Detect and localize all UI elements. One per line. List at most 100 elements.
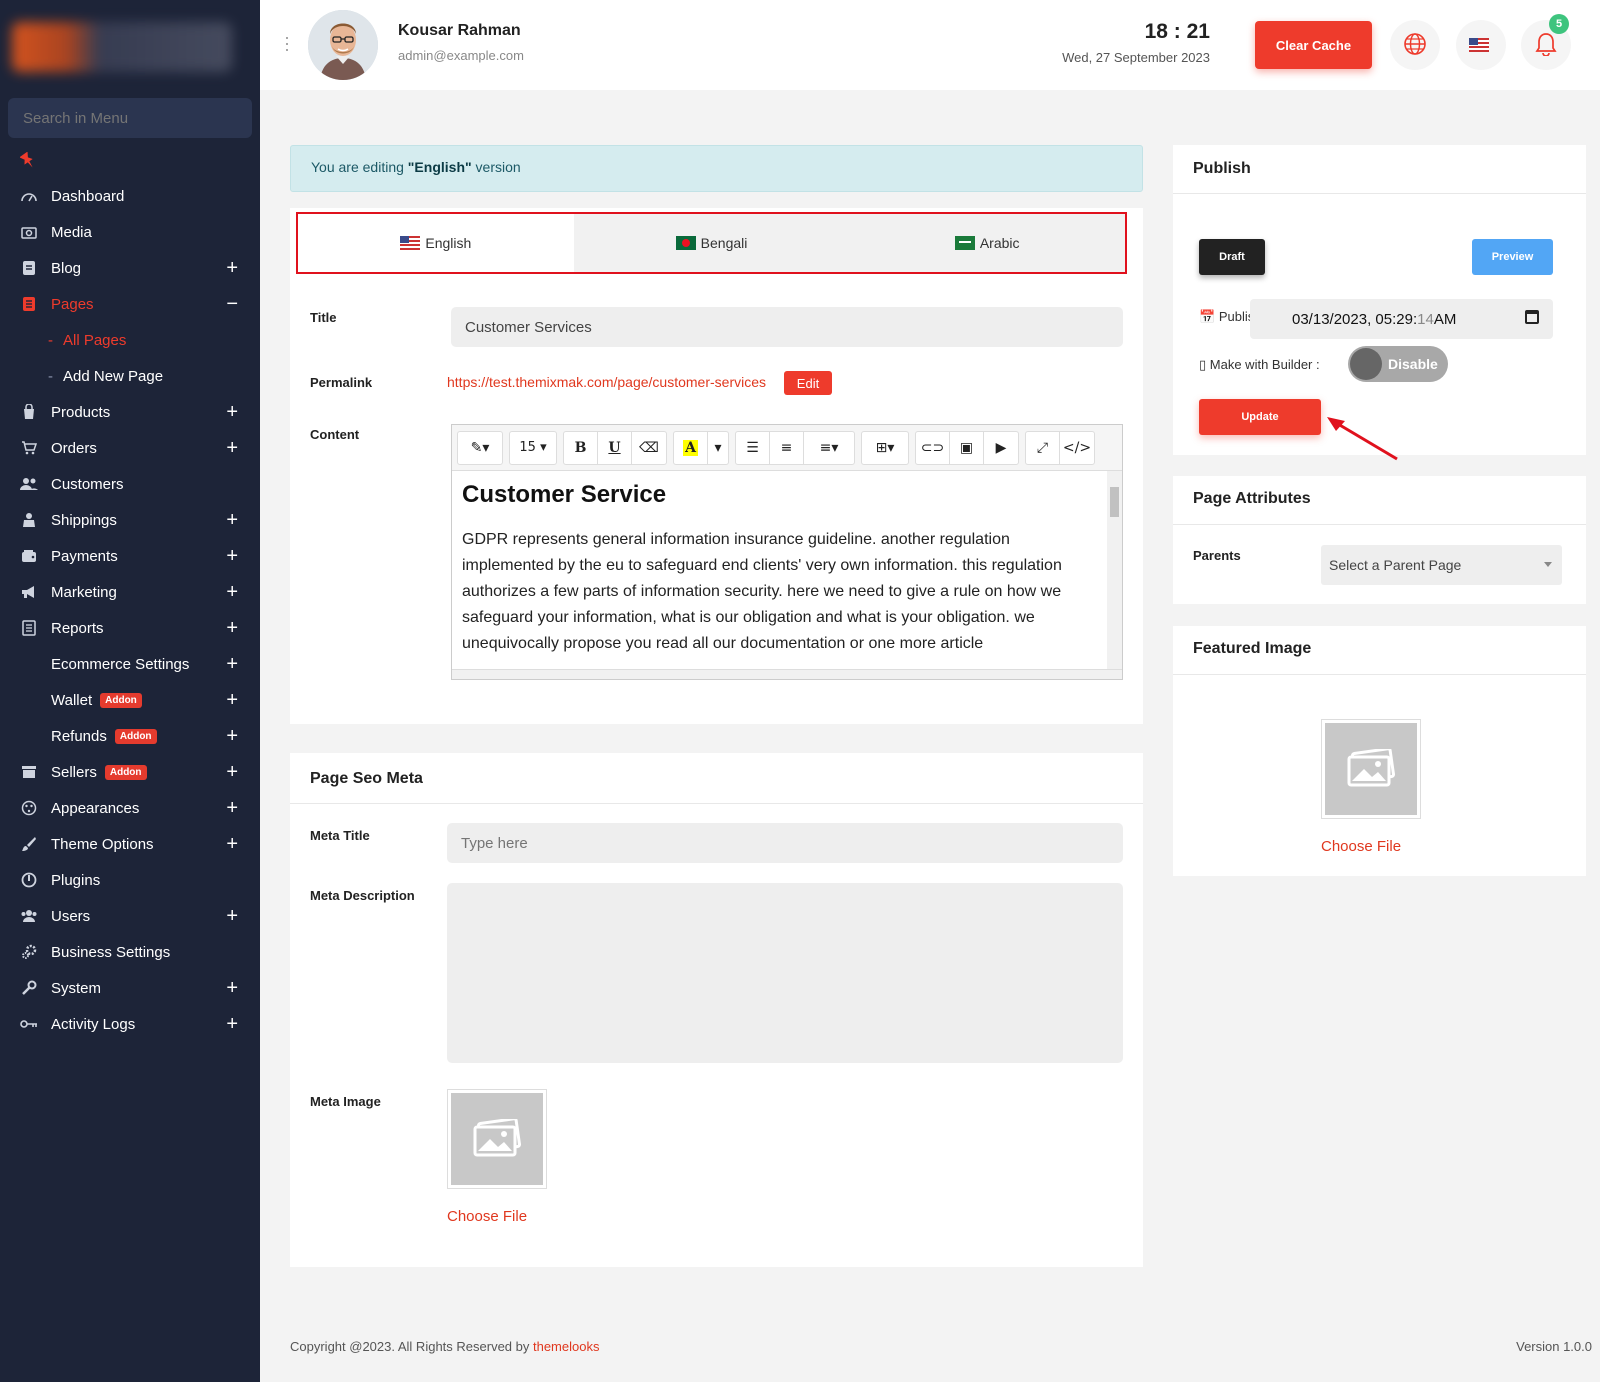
sidebar-item-wallet[interactable]: Wallet Addon + <box>0 682 260 718</box>
sidebar-item-refunds[interactable]: Refunds Addon + <box>0 718 260 754</box>
sidebar-item-theme-options[interactable]: Theme Options + <box>0 826 260 862</box>
sidebar-item-blog[interactable]: Blog + <box>0 250 260 286</box>
bullet-list-icon[interactable]: ☰ <box>736 431 770 464</box>
expand-plus-icon[interactable]: + <box>226 905 238 928</box>
featured-image-choose-file[interactable]: Choose File <box>1321 838 1401 855</box>
expand-plus-icon[interactable]: + <box>226 401 238 424</box>
scroll-thumb[interactable] <box>1110 487 1119 517</box>
underline-icon[interactable]: U <box>598 431 632 464</box>
notifications-button[interactable]: 5 <box>1521 14 1571 70</box>
seo-card-title: Page Seo Meta <box>310 770 423 787</box>
brand-logo[interactable] <box>12 22 232 72</box>
expand-plus-icon[interactable]: + <box>226 617 238 640</box>
avatar[interactable] <box>308 10 378 80</box>
editor-resize-handle[interactable] <box>452 669 1122 679</box>
meta-title-input[interactable] <box>447 823 1123 863</box>
menu-search-input[interactable] <box>8 98 252 138</box>
expand-plus-icon[interactable]: + <box>226 797 238 820</box>
magic-wand-style-icon[interactable]: ✎▾ <box>458 432 502 464</box>
expand-plus-icon[interactable]: + <box>226 509 238 532</box>
sidebar-item-users[interactable]: Users + <box>0 898 260 934</box>
system-icon <box>20 979 38 997</box>
publish-datetime-input[interactable]: 03/13/2023, 05:29: 14 AM <box>1250 299 1553 339</box>
sidebar-item-payments[interactable]: Payments + <box>0 538 260 574</box>
sidebar-item-pages[interactable]: Pages − <box>0 286 260 322</box>
editing-language-alert: You are editing "English" version <box>290 145 1143 192</box>
clear-cache-button[interactable]: Clear Cache <box>1255 21 1372 69</box>
expand-plus-icon[interactable]: + <box>226 689 238 712</box>
tab-bengali[interactable]: Bengali <box>574 214 850 272</box>
expand-plus-icon[interactable]: + <box>226 977 238 1000</box>
editor-body[interactable]: Customer Service GDPR represents general… <box>452 471 1122 671</box>
sidebar-item-orders[interactable]: Orders + <box>0 430 260 466</box>
calendar-picker-icon[interactable] <box>1525 310 1539 324</box>
expand-plus-icon[interactable]: + <box>226 653 238 676</box>
update-button[interactable]: Update <box>1199 399 1321 435</box>
bell-icon <box>1535 32 1557 59</box>
sidebar-item-customers[interactable]: Customers <box>0 466 260 502</box>
expand-plus-icon[interactable]: + <box>226 581 238 604</box>
divider <box>1173 193 1586 194</box>
sidebar-item-activity-logs[interactable]: Activity Logs + <box>0 1006 260 1042</box>
draft-button[interactable]: Draft <box>1199 239 1265 275</box>
editor-scrollbar[interactable] <box>1107 471 1122 671</box>
sidebar-subitem-all-pages[interactable]: - All Pages <box>0 322 260 358</box>
image-icon[interactable]: ▣ <box>950 431 984 464</box>
sidebar-item-dashboard[interactable]: Dashboard <box>0 178 260 214</box>
sidebar-item-plugins[interactable]: Plugins <box>0 862 260 898</box>
sidebar-item-ecommerce-settings[interactable]: Ecommerce Settings + <box>0 646 260 682</box>
copyright-text: Copyright @2023. All Rights Reserved by <box>290 1339 533 1354</box>
sidebar-item-products[interactable]: Products + <box>0 394 260 430</box>
sidebar-item-system[interactable]: System + <box>0 970 260 1006</box>
pin-icon[interactable] <box>19 151 36 175</box>
code-view-icon[interactable]: </> <box>1060 432 1094 464</box>
highlight-color-icon[interactable]: A <box>674 431 708 464</box>
expand-plus-icon[interactable]: + <box>226 1013 238 1036</box>
builder-toggle[interactable]: Disable <box>1348 346 1448 382</box>
meta-image-placeholder[interactable] <box>447 1089 547 1189</box>
numbered-list-icon[interactable]: ≡ <box>770 431 804 464</box>
font-size-select[interactable]: 15 ▾ <box>510 432 556 464</box>
table-icon[interactable]: ⊞▾ <box>862 432 908 464</box>
featured-image-placeholder[interactable] <box>1321 719 1421 819</box>
flag-language-button[interactable] <box>1456 20 1506 70</box>
sidebar-item-marketing[interactable]: Marketing + <box>0 574 260 610</box>
expand-plus-icon[interactable]: + <box>226 833 238 856</box>
align-icon[interactable]: ≡▾ <box>804 432 854 464</box>
tab-arabic[interactable]: Arabic <box>849 214 1125 272</box>
sidebar-item-business-settings[interactable]: Business Settings <box>0 934 260 970</box>
expand-plus-icon[interactable]: + <box>226 761 238 784</box>
sidebar-item-reports[interactable]: Reports + <box>0 610 260 646</box>
color-dropdown-icon[interactable]: ▾ <box>708 432 728 464</box>
expand-plus-icon[interactable]: + <box>226 725 238 748</box>
meta-title-label: Meta Title <box>310 828 370 843</box>
dashboard-icon <box>20 187 38 205</box>
meta-image-choose-file[interactable]: Choose File <box>447 1208 527 1225</box>
collapse-minus-icon[interactable]: − <box>226 293 238 316</box>
preview-button[interactable]: Preview <box>1472 239 1553 275</box>
tab-english[interactable]: English <box>298 214 574 272</box>
eraser-icon[interactable]: ⌫ <box>632 432 666 464</box>
permalink-link[interactable]: https://test.themixmak.com/page/customer… <box>447 374 766 390</box>
expand-plus-icon[interactable]: + <box>226 545 238 568</box>
kebab-menu-icon[interactable]: · · · <box>284 28 290 58</box>
link-icon[interactable]: ⊂⊃ <box>916 431 950 464</box>
fullscreen-icon[interactable]: ⤢ <box>1026 431 1060 464</box>
brand-link[interactable]: themelooks <box>533 1339 599 1354</box>
expand-plus-icon[interactable]: + <box>226 257 238 280</box>
business-settings-icon <box>20 943 38 961</box>
bold-icon[interactable]: B <box>564 431 598 464</box>
parent-page-select[interactable]: Select a Parent Page <box>1321 545 1562 585</box>
image-placeholder-icon <box>1346 746 1396 790</box>
title-input[interactable] <box>451 307 1123 347</box>
sidebar-item-shippings[interactable]: Shippings + <box>0 502 260 538</box>
meta-description-textarea[interactable] <box>447 883 1123 1063</box>
sidebar-item-appearances[interactable]: Appearances + <box>0 790 260 826</box>
video-icon[interactable]: ▶ <box>984 432 1018 464</box>
sidebar-subitem-add-new-page[interactable]: - Add New Page <box>0 358 260 394</box>
sidebar-item-sellers[interactable]: Sellers Addon + <box>0 754 260 790</box>
sidebar-item-media[interactable]: Media <box>0 214 260 250</box>
expand-plus-icon[interactable]: + <box>226 437 238 460</box>
language-globe-button[interactable] <box>1390 20 1440 70</box>
edit-permalink-button[interactable]: Edit <box>784 371 832 395</box>
